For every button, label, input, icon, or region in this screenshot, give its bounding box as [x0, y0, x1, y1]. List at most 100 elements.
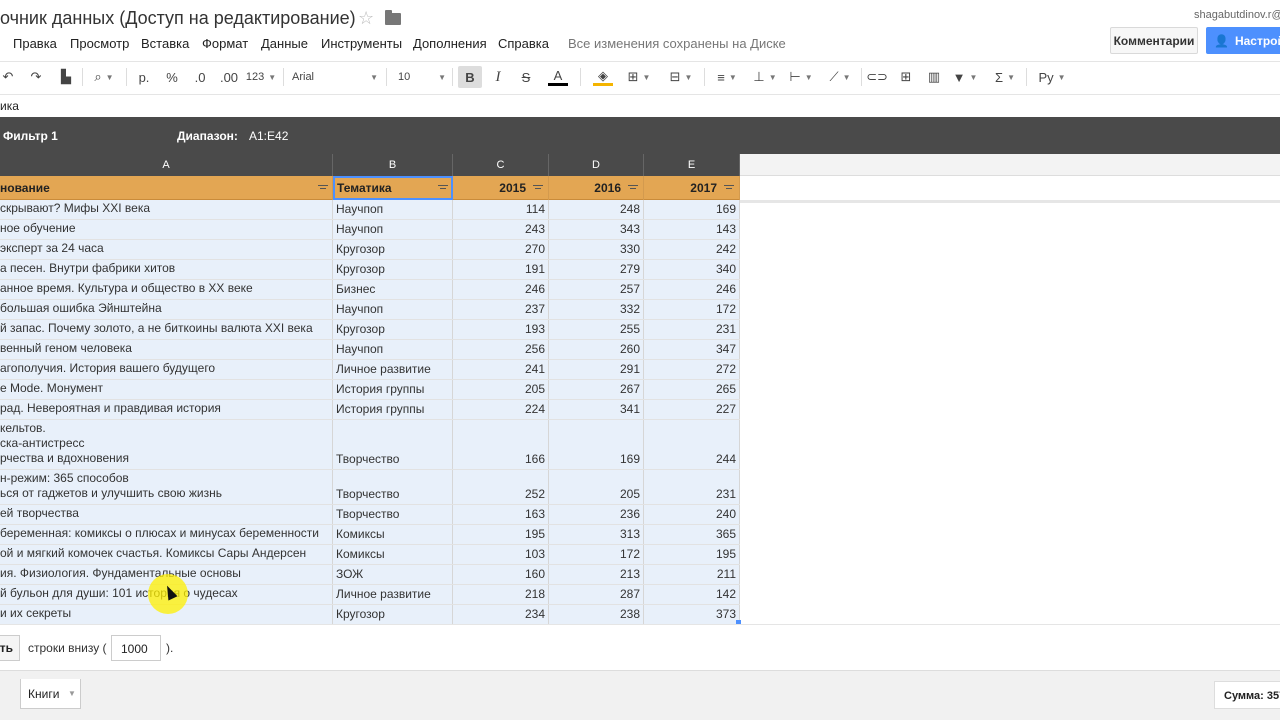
borders-icon[interactable]: ⊞ ▼ — [624, 66, 654, 88]
cell-name[interactable]: ное обучение — [0, 220, 333, 239]
cell-name[interactable]: а песен. Внутри фабрики хитов — [0, 260, 333, 279]
cell-2017[interactable]: 211 — [644, 565, 740, 584]
menu-format[interactable]: Формат — [202, 36, 248, 51]
cell-name[interactable]: ей творчества — [0, 505, 333, 524]
cell-name[interactable]: e Mode. Монумент — [0, 380, 333, 399]
cell-2015[interactable]: 195 — [453, 525, 549, 544]
cell-2017[interactable]: 373 — [644, 605, 740, 624]
cell-2016[interactable]: 279 — [549, 260, 644, 279]
cell-topic[interactable]: Личное развитие — [333, 585, 453, 604]
cell-2017[interactable]: 143 — [644, 220, 740, 239]
menu-addons[interactable]: Дополнения — [413, 36, 487, 51]
decrease-decimal-button[interactable]: .0 — [188, 66, 212, 88]
sum-indicator[interactable]: Сумма: 357 — [1214, 681, 1280, 709]
cell-2017[interactable]: 265 — [644, 380, 740, 399]
filter-icon[interactable] — [628, 184, 638, 192]
star-icon[interactable]: ☆ — [358, 8, 374, 29]
cell-2015[interactable]: 241 — [453, 360, 549, 379]
cell-2015[interactable]: 163 — [453, 505, 549, 524]
undo-icon[interactable]: ↶ — [0, 66, 16, 88]
header-cell-topic[interactable]: Тематика — [333, 176, 453, 200]
cell-2015[interactable]: 256 — [453, 340, 549, 359]
cell-2017[interactable]: 195 — [644, 545, 740, 564]
cell-2015[interactable]: 193 — [453, 320, 549, 339]
filter-range-value[interactable]: A1:E42 — [249, 129, 288, 143]
menu-tools[interactable]: Инструменты — [321, 36, 402, 51]
cell-topic[interactable]: История группы — [333, 380, 453, 399]
cell-topic[interactable]: Научпоп — [333, 340, 453, 359]
cell-2016[interactable]: 213 — [549, 565, 644, 584]
filter-name[interactable]: Фильтр 1 — [3, 129, 58, 143]
document-title[interactable]: очник данных (Доступ на редактирование) — [0, 8, 356, 29]
functions-icon[interactable]: Σ ▼ — [988, 66, 1022, 88]
cell-name[interactable]: н-режим: 365 способов ься от гаджетов и у… — [0, 470, 333, 504]
input-tools-button[interactable]: Ру ▼ — [1032, 66, 1072, 88]
cell-name[interactable]: большая ошибка Эйнштейна — [0, 300, 333, 319]
cell-topic[interactable]: Кругозор — [333, 605, 453, 624]
cell-2017[interactable]: 231 — [644, 320, 740, 339]
merge-cells-icon[interactable]: ⊟ ▼ — [664, 66, 698, 88]
cell-name[interactable]: й запас. Почему золото, а не биткоины ва… — [0, 320, 333, 339]
zoom-icon[interactable]: ⌕ ▼ — [88, 66, 120, 88]
save-status[interactable]: Все изменения сохранены на Диске — [568, 36, 786, 51]
paint-format-icon[interactable]: ▙ — [56, 66, 76, 88]
font-family-select[interactable]: Arial ▼ — [292, 66, 378, 88]
cell-2017[interactable]: 172 — [644, 300, 740, 319]
folder-icon[interactable] — [385, 10, 401, 25]
cell-2015[interactable]: 191 — [453, 260, 549, 279]
cell-name[interactable]: рад. Невероятная и правдивая история — [0, 400, 333, 419]
cell-2017[interactable]: 347 — [644, 340, 740, 359]
cell-2015[interactable]: 246 — [453, 280, 549, 299]
insert-chart-icon[interactable]: ▥ — [924, 66, 944, 88]
filter-icon[interactable] — [724, 184, 734, 192]
cell-2015[interactable]: 114 — [453, 200, 549, 219]
cell-2017[interactable]: 142 — [644, 585, 740, 604]
text-wrap-icon[interactable]: ⊢ ▼ — [786, 66, 816, 88]
vertical-align-icon[interactable]: ⊥ ▼ — [750, 66, 780, 88]
cell-2016[interactable]: 257 — [549, 280, 644, 299]
column-header-d[interactable]: D — [549, 154, 644, 176]
cell-topic[interactable]: Кругозор — [333, 260, 453, 279]
cell-topic[interactable]: Научпоп — [333, 200, 453, 219]
filter-icon[interactable] — [438, 184, 448, 192]
column-header-e[interactable]: E — [644, 154, 740, 176]
cell-2016[interactable]: 260 — [549, 340, 644, 359]
cell-2017[interactable]: 169 — [644, 200, 740, 219]
cell-2015[interactable]: 218 — [453, 585, 549, 604]
cell-topic[interactable]: Научпоп — [333, 220, 453, 239]
cell-2017[interactable]: 240 — [644, 505, 740, 524]
cell-topic[interactable]: Личное развитие — [333, 360, 453, 379]
chevron-down-icon[interactable]: ▼ — [68, 689, 76, 698]
cell-2017[interactable]: 244 — [644, 420, 740, 469]
currency-format-button[interactable]: р. — [134, 66, 154, 88]
menu-insert[interactable]: Вставка — [141, 36, 189, 51]
cell-2017[interactable]: 246 — [644, 280, 740, 299]
cell-2016[interactable]: 330 — [549, 240, 644, 259]
link-icon[interactable]: ⊂⊃ — [866, 66, 888, 88]
cell-topic[interactable]: Научпоп — [333, 300, 453, 319]
cell-2016[interactable]: 291 — [549, 360, 644, 379]
cell-2015[interactable]: 166 — [453, 420, 549, 469]
cell-topic[interactable]: Творчество — [333, 420, 453, 469]
header-cell-2016[interactable]: 2016 — [549, 176, 644, 200]
text-rotation-icon[interactable]: ⟋ ▼ — [824, 66, 856, 88]
add-rows-count-input[interactable]: 1000 — [111, 635, 161, 661]
cell-2016[interactable]: 169 — [549, 420, 644, 469]
cell-2016[interactable]: 205 — [549, 470, 644, 504]
increase-decimal-button[interactable]: .00 — [217, 66, 241, 88]
cell-2016[interactable]: 343 — [549, 220, 644, 239]
cell-name[interactable]: анное время. Культура и общество в XX ве… — [0, 280, 333, 299]
filter-icon[interactable] — [533, 184, 543, 192]
cell-2016[interactable]: 287 — [549, 585, 644, 604]
column-header-b[interactable]: B — [333, 154, 453, 176]
cell-name[interactable]: эксперт за 24 часа — [0, 240, 333, 259]
cell-name[interactable]: ой и мягкий комочек счастья. Комиксы Сар… — [0, 545, 333, 564]
comments-button[interactable]: Комментарии — [1110, 27, 1198, 54]
cell-topic[interactable]: Творчество — [333, 470, 453, 504]
fill-color-button[interactable]: ◈ — [588, 66, 618, 88]
bold-button[interactable]: B — [458, 66, 482, 88]
cell-2017[interactable]: 231 — [644, 470, 740, 504]
cell-2016[interactable]: 172 — [549, 545, 644, 564]
cell-topic[interactable]: Кругозор — [333, 240, 453, 259]
cell-topic[interactable]: Бизнес — [333, 280, 453, 299]
